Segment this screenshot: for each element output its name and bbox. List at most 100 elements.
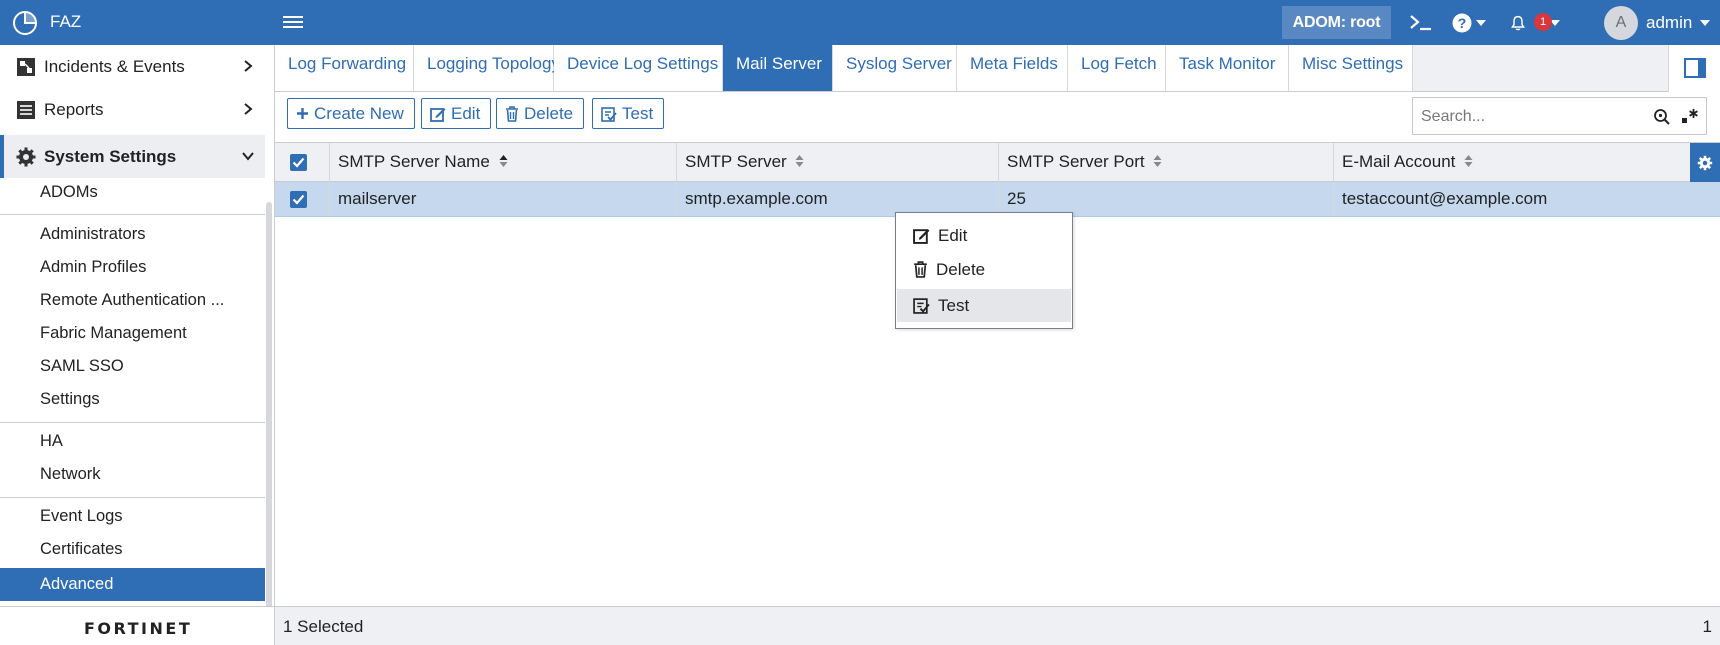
sidebar-scrollbar[interactable] (266, 202, 272, 645)
sidebar-item-label: Reports (44, 99, 104, 119)
notification-count-badge: 1 (1534, 13, 1552, 31)
delete-label: Delete (524, 103, 574, 123)
create-new-button[interactable]: Create New (287, 98, 415, 129)
regex-search-icon[interactable] (1681, 107, 1699, 125)
sort-icon (1153, 154, 1162, 167)
tab-logging-topology[interactable]: Logging Topology (414, 45, 560, 91)
sidebar-item-admin-profiles[interactable]: Admin Profiles (0, 251, 265, 284)
sidebar-item-fabric-management[interactable]: Fabric Management (0, 317, 265, 350)
edit-icon (430, 107, 446, 122)
tab-log-fetch[interactable]: Log Fetch (1068, 45, 1166, 91)
status-bar: 1 Selected 1 (275, 606, 1720, 645)
tab-meta-fields[interactable]: Meta Fields (957, 45, 1068, 91)
hamburger-menu-icon[interactable] (283, 13, 303, 33)
context-menu-test[interactable]: Test (897, 289, 1071, 322)
column-settings-gear-icon[interactable] (1690, 143, 1720, 182)
selected-count: 1 Selected (283, 617, 364, 636)
column-header-email-account[interactable]: E-Mail Account (1334, 143, 1690, 182)
sidebar-item-settings[interactable]: Settings (0, 383, 265, 416)
help-icon[interactable]: ? (1452, 11, 1488, 35)
tab-log-forwarding[interactable]: Log Forwarding (275, 45, 414, 91)
sidebar-item-event-logs[interactable]: Event Logs (0, 500, 265, 533)
sort-ascending-icon (499, 154, 508, 167)
context-menu-delete[interactable]: Delete (897, 253, 1071, 286)
chevron-right-icon (244, 60, 253, 72)
sidebar-item-certificates[interactable]: Certificates (0, 533, 265, 566)
column-header-smtp-server[interactable]: SMTP Server (677, 143, 999, 182)
sidebar-item-advanced[interactable]: Advanced (0, 568, 265, 601)
delete-button[interactable]: Delete (496, 98, 585, 129)
panel-toggle-icon[interactable] (1668, 45, 1720, 92)
trash-icon (506, 105, 518, 122)
sidebar-item-label: Incidents & Events (44, 56, 185, 76)
search-icon[interactable] (1653, 108, 1671, 126)
sidebar-footer: FORTINET (0, 606, 274, 645)
tab-task-monitor[interactable]: Task Monitor (1166, 45, 1289, 91)
faz-logo-icon (13, 11, 37, 35)
create-new-label: Create New (314, 103, 404, 123)
username: admin (1646, 13, 1693, 32)
column-header-label: SMTP Server Name (338, 152, 490, 171)
sidebar-item-ha[interactable]: HA (0, 425, 265, 458)
select-all-cell (275, 143, 330, 182)
tab-bar: Log Forwarding Logging Topology Device L… (275, 45, 1720, 92)
row-select-cell (275, 182, 330, 216)
cell-email-account: testaccount@example.com (1342, 189, 1548, 208)
tab-syslog-server[interactable]: Syslog Server (833, 45, 957, 91)
context-menu-label: Edit (938, 225, 968, 245)
sidebar-divider (0, 422, 265, 423)
column-header-label: SMTP Server (685, 152, 787, 171)
test-icon (601, 106, 617, 122)
svg-text:?: ? (1458, 15, 1467, 31)
tab-device-log-settings[interactable]: Device Log Settings (554, 45, 723, 91)
column-header-label: SMTP Server Port (1007, 152, 1145, 171)
context-menu-label: Test (938, 295, 970, 315)
cell-smtp-server-port: 25 (999, 182, 1334, 216)
sort-icon (795, 154, 804, 167)
column-header-smtp-server-name[interactable]: SMTP Server Name (330, 143, 677, 182)
sidebar-divider (0, 214, 265, 215)
app-name: FAZ (50, 12, 82, 31)
total-count: 1 (1702, 617, 1712, 636)
sidebar-item-reports[interactable]: Reports (0, 88, 265, 131)
notifications-bell-icon[interactable]: 1 (1510, 11, 1560, 35)
reports-icon (17, 101, 35, 119)
tab-mail-server[interactable]: Mail Server (723, 45, 833, 91)
column-header-smtp-server-port[interactable]: SMTP Server Port (999, 143, 1334, 182)
edit-label: Edit (451, 103, 481, 123)
user-menu[interactable]: A admin (1604, 6, 1711, 40)
toolbar: Create New Edit Delete Test (275, 92, 1720, 142)
sidebar: Incidents & Events Reports System Settin… (0, 45, 275, 645)
chevron-down-icon (242, 152, 254, 161)
sidebar-item-network[interactable]: Network (0, 458, 265, 491)
search-input[interactable] (1421, 106, 1621, 128)
row-checkbox[interactable] (290, 191, 307, 208)
select-all-checkbox[interactable] (290, 154, 307, 171)
sidebar-item-system-settings[interactable]: System Settings (0, 135, 265, 178)
context-menu: Edit Delete Test (895, 212, 1073, 329)
cell-smtp-server-name: mailserver (330, 182, 677, 216)
trash-icon (914, 261, 927, 278)
sidebar-item-administrators[interactable]: Administrators (0, 218, 265, 251)
tab-misc-settings[interactable]: Misc Settings (1289, 45, 1413, 91)
top-bar: FAZ ADOM: root ? 1 A admin (0, 0, 1720, 45)
table-header: SMTP Server Name SMTP Server SMTP Server… (275, 142, 1720, 182)
context-menu-label: Delete (936, 259, 986, 279)
adom-selector[interactable]: ADOM: root (1282, 6, 1391, 39)
sidebar-item-saml-sso[interactable]: SAML SSO (0, 350, 265, 383)
test-icon (913, 298, 930, 314)
test-button[interactable]: Test (592, 98, 665, 129)
incidents-icon (17, 58, 35, 76)
sidebar-item-adoms[interactable]: ADOMs (0, 176, 265, 209)
chevron-right-icon (244, 103, 253, 115)
gear-icon (16, 147, 36, 167)
avatar: A (1604, 6, 1638, 40)
context-menu-edit[interactable]: Edit (897, 219, 1071, 252)
cli-console-icon[interactable] (1409, 11, 1435, 35)
sidebar-item-remote-authentication[interactable]: Remote Authentication ... (0, 284, 265, 317)
sidebar-item-incidents-events[interactable]: Incidents & Events (0, 45, 265, 88)
cell-smtp-server: smtp.example.com (677, 182, 999, 216)
edit-icon (913, 229, 930, 244)
fortinet-logo: FORTINET (84, 619, 193, 638)
edit-button[interactable]: Edit (421, 98, 492, 129)
